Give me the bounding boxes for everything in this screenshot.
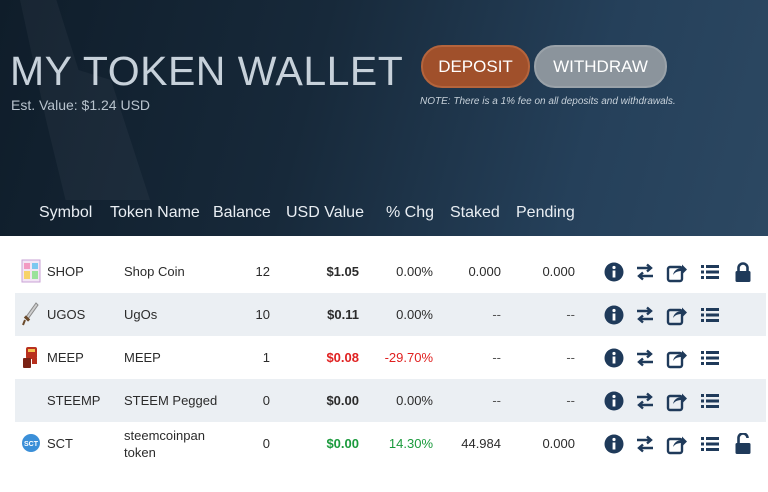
transfer-arrows-icon[interactable] [634, 261, 656, 283]
list-icon[interactable] [699, 261, 721, 283]
token-balance: 0 [262, 393, 270, 408]
shop-token-icon [21, 258, 41, 284]
token-staked: 44.984 [461, 436, 501, 451]
token-name-line1: steemcoinpan [124, 427, 205, 443]
token-usd-value: $0.00 [326, 436, 359, 451]
token-balance: 10 [255, 307, 270, 322]
transfer-arrows-icon[interactable] [634, 347, 656, 369]
token-pct-change: 0.00% [396, 393, 433, 408]
token-name: UgOs [124, 307, 158, 322]
list-icon[interactable] [699, 347, 721, 369]
table-row: MEEP MEEP 1 $0.08 -29.70% -- -- [15, 336, 766, 379]
deposit-button[interactable]: DEPOSIT [421, 45, 530, 88]
token-pct-change: -29.70% [384, 350, 433, 365]
unlock-icon[interactable] [732, 433, 754, 455]
token-balance: 1 [262, 350, 270, 365]
table-row: STEEMP STEEM Pegged 0 $0.00 0.00% -- -- [15, 379, 766, 422]
ugos-token-icon [21, 301, 41, 327]
token-usd-value: $1.05 [326, 264, 359, 279]
list-icon[interactable] [699, 304, 721, 326]
token-symbol: MEEP [47, 350, 84, 365]
fee-note: NOTE: There is a 1% fee on all deposits … [420, 96, 676, 107]
svg-text:SCT: SCT [24, 441, 39, 448]
column-header-staked: Staked [450, 204, 500, 221]
token-balance: 0 [262, 436, 270, 451]
token-pending: -- [566, 393, 575, 408]
token-pending: 0.000 [542, 436, 575, 451]
share-icon[interactable] [666, 433, 688, 455]
table-row: SCT SCT steemcoinpan token 0 $0.00 14.30… [15, 422, 766, 465]
info-circle-icon[interactable] [603, 390, 625, 412]
token-name: STEEM Pegged [124, 393, 218, 408]
withdraw-button[interactable]: WITHDRAW [534, 45, 667, 88]
token-staked: -- [492, 350, 501, 365]
list-icon[interactable] [699, 433, 721, 455]
token-pending: -- [566, 350, 575, 365]
token-usd-value: $0.08 [326, 350, 359, 365]
token-pending: -- [566, 307, 575, 322]
token-symbol: SHOP [47, 264, 84, 279]
column-header-pending: Pending [516, 204, 575, 221]
token-staked: -- [492, 307, 501, 322]
column-header-pct-chg: % Chg [386, 204, 435, 221]
wallet-header: MY TOKEN WALLET Est. Value: $1.24 USD DE… [0, 0, 768, 236]
column-header-balance: Balance [213, 204, 271, 221]
transfer-arrows-icon[interactable] [634, 390, 656, 412]
info-circle-icon[interactable] [603, 433, 625, 455]
share-icon[interactable] [666, 347, 688, 369]
share-icon[interactable] [666, 390, 688, 412]
estimated-value: Est. Value: $1.24 USD [11, 97, 151, 113]
page-title: MY TOKEN WALLET [10, 48, 404, 94]
token-balance: 12 [255, 264, 270, 279]
table-row: SHOP Shop Coin 12 $1.05 0.00% 0.000 0.00… [15, 250, 766, 293]
transfer-arrows-icon[interactable] [634, 304, 656, 326]
token-usd-value: $0.11 [327, 307, 359, 322]
token-pct-change: 14.30% [388, 436, 433, 451]
token-name: MEEP [124, 350, 161, 365]
list-icon[interactable] [699, 390, 721, 412]
transfer-arrows-icon[interactable] [634, 433, 656, 455]
table-row: UGOS UgOs 10 $0.11 0.00% -- -- [15, 293, 766, 336]
info-circle-icon[interactable] [603, 261, 625, 283]
column-header-token-name: Token Name [110, 204, 200, 221]
token-name: Shop Coin [124, 264, 185, 279]
token-pending: 0.000 [542, 264, 575, 279]
lock-icon[interactable] [732, 261, 754, 283]
token-pct-change: 0.00% [396, 264, 433, 279]
token-symbol: SCT [47, 436, 73, 451]
column-header-usd-value: USD Value [286, 204, 364, 221]
token-usd-value: $0.00 [326, 393, 359, 408]
token-name: steemcoinpan token [124, 422, 205, 465]
token-name-line2: token [124, 444, 156, 460]
share-icon[interactable] [666, 261, 688, 283]
token-staked: -- [492, 393, 501, 408]
info-circle-icon[interactable] [603, 347, 625, 369]
meep-token-icon [21, 344, 41, 370]
info-circle-icon[interactable] [603, 304, 625, 326]
column-header-symbol: Symbol [39, 204, 93, 221]
token-symbol: STEEMP [47, 393, 101, 408]
token-pct-change: 0.00% [396, 307, 433, 322]
token-symbol: UGOS [47, 307, 86, 322]
sct-token-icon: SCT [21, 432, 41, 458]
token-staked: 0.000 [468, 264, 501, 279]
share-icon[interactable] [666, 304, 688, 326]
